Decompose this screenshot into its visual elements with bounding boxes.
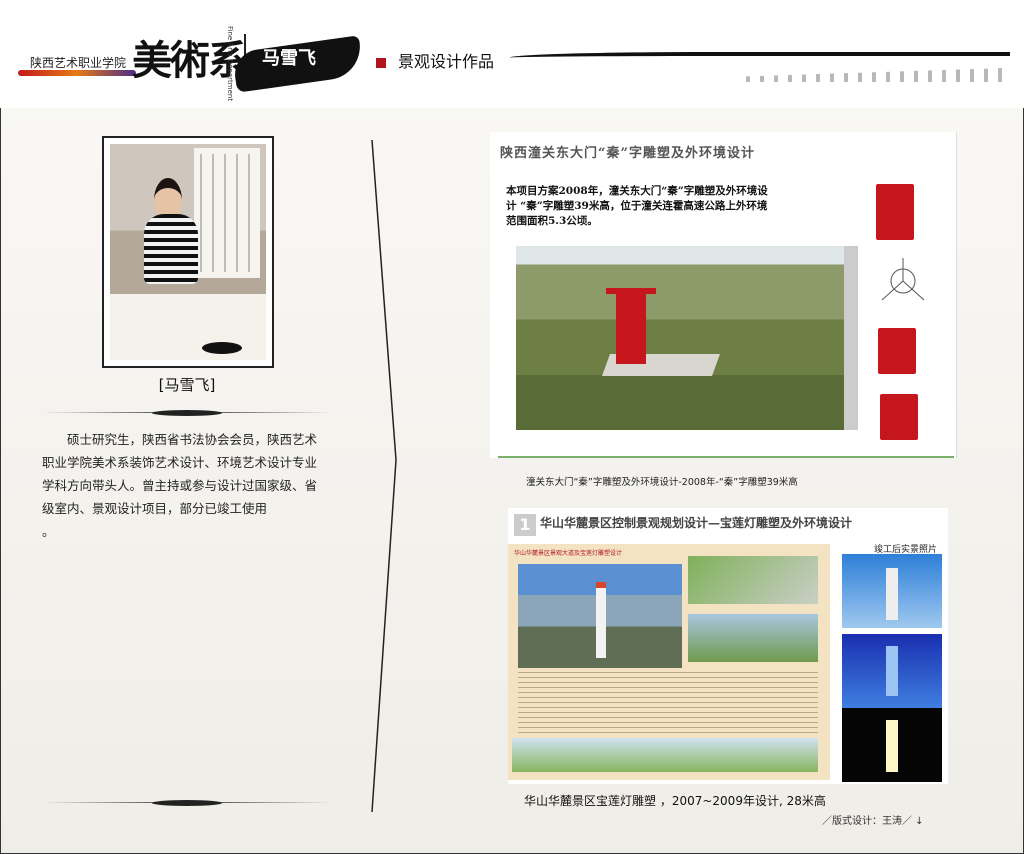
photo-night [842, 708, 942, 782]
ornament-divider-top [42, 410, 332, 416]
project1-caption: 潼关东大门“秦”字雕塑及外环境设计-2008年-“秦”字雕塑39米高 [526, 477, 798, 488]
photo-daytime [842, 554, 942, 628]
department-english: Fine Arts Department [226, 26, 234, 102]
designer-bio: 硕士研究生，陕西省书法协会会员，陕西艺术职业学院美术系装饰艺术设计、环境艺术设计… [42, 432, 318, 539]
project1-description: 本项目方案2008年，潼关东大门“秦”字雕塑及外环境设计 “秦”字雕塑39米高，… [506, 185, 768, 227]
college-name: 陕西艺术职业学院 [30, 56, 127, 70]
lotus-lamp-sculpture [596, 582, 606, 658]
project2-design-board: 华山华麓景区景观大道及宝莲灯雕塑设计 [508, 544, 830, 780]
plan-drawing [881, 258, 925, 301]
designer-name-caption: [马雪飞] [158, 376, 216, 394]
elevation-drawing [876, 184, 914, 240]
header-subtitle: 景观设计作品 [398, 52, 495, 71]
section-drawing [878, 328, 916, 374]
board-plan-view [688, 556, 818, 604]
project1-title: 陕西潼关东大门“秦”字雕塑及外环境设计 [500, 146, 755, 161]
green-divider [498, 456, 954, 458]
board-aerial-view [688, 614, 818, 662]
project2-caption: 华山华麓景区宝莲灯雕塑 ，2007~2009年设计, 28米高 [524, 794, 826, 808]
designer-name-header: 马雪飞 [262, 48, 316, 69]
header-dot-pattern [746, 68, 1006, 82]
project1-rendering [516, 246, 844, 430]
calligraphy-scroll [194, 148, 260, 278]
board-text-block [518, 672, 818, 734]
qin-sculpture [606, 288, 656, 364]
header: 陕西艺术职业学院 美術系 Fine Arts Department 马雪飞 景观… [0, 0, 1024, 108]
brush-stroke-decoration [18, 70, 136, 76]
project1-panel: 陕西潼关东大门“秦”字雕塑及外环境设计 本项目方案2008年，潼关东大门“秦”字… [490, 132, 957, 458]
layout-credit: ／版式设计：王涛／ ↓ [822, 816, 924, 827]
project2-number: 1 [514, 514, 536, 536]
ornament-divider-bottom [42, 800, 332, 806]
seal-stamp-icon [376, 58, 386, 68]
project2-panel: 1 华山华麓景区控制景观规划设计—宝莲灯雕塑及外环境设计 华山华麓景区景观大道及… [508, 508, 948, 784]
designer-photo [102, 136, 274, 368]
board-main-rendering [518, 564, 682, 668]
board-title: 华山华麓景区景观大道及宝莲灯雕塑设计 [514, 550, 623, 557]
header-swoosh-line [510, 52, 1010, 66]
bio-period: 。 [42, 524, 55, 539]
detail-drawing [880, 394, 918, 440]
project2-title: 华山华麓景区控制景观规划设计—宝莲灯雕塑及外环境设计 [540, 516, 853, 530]
board-elevation-strip [512, 738, 818, 772]
photo-dusk [842, 634, 942, 708]
